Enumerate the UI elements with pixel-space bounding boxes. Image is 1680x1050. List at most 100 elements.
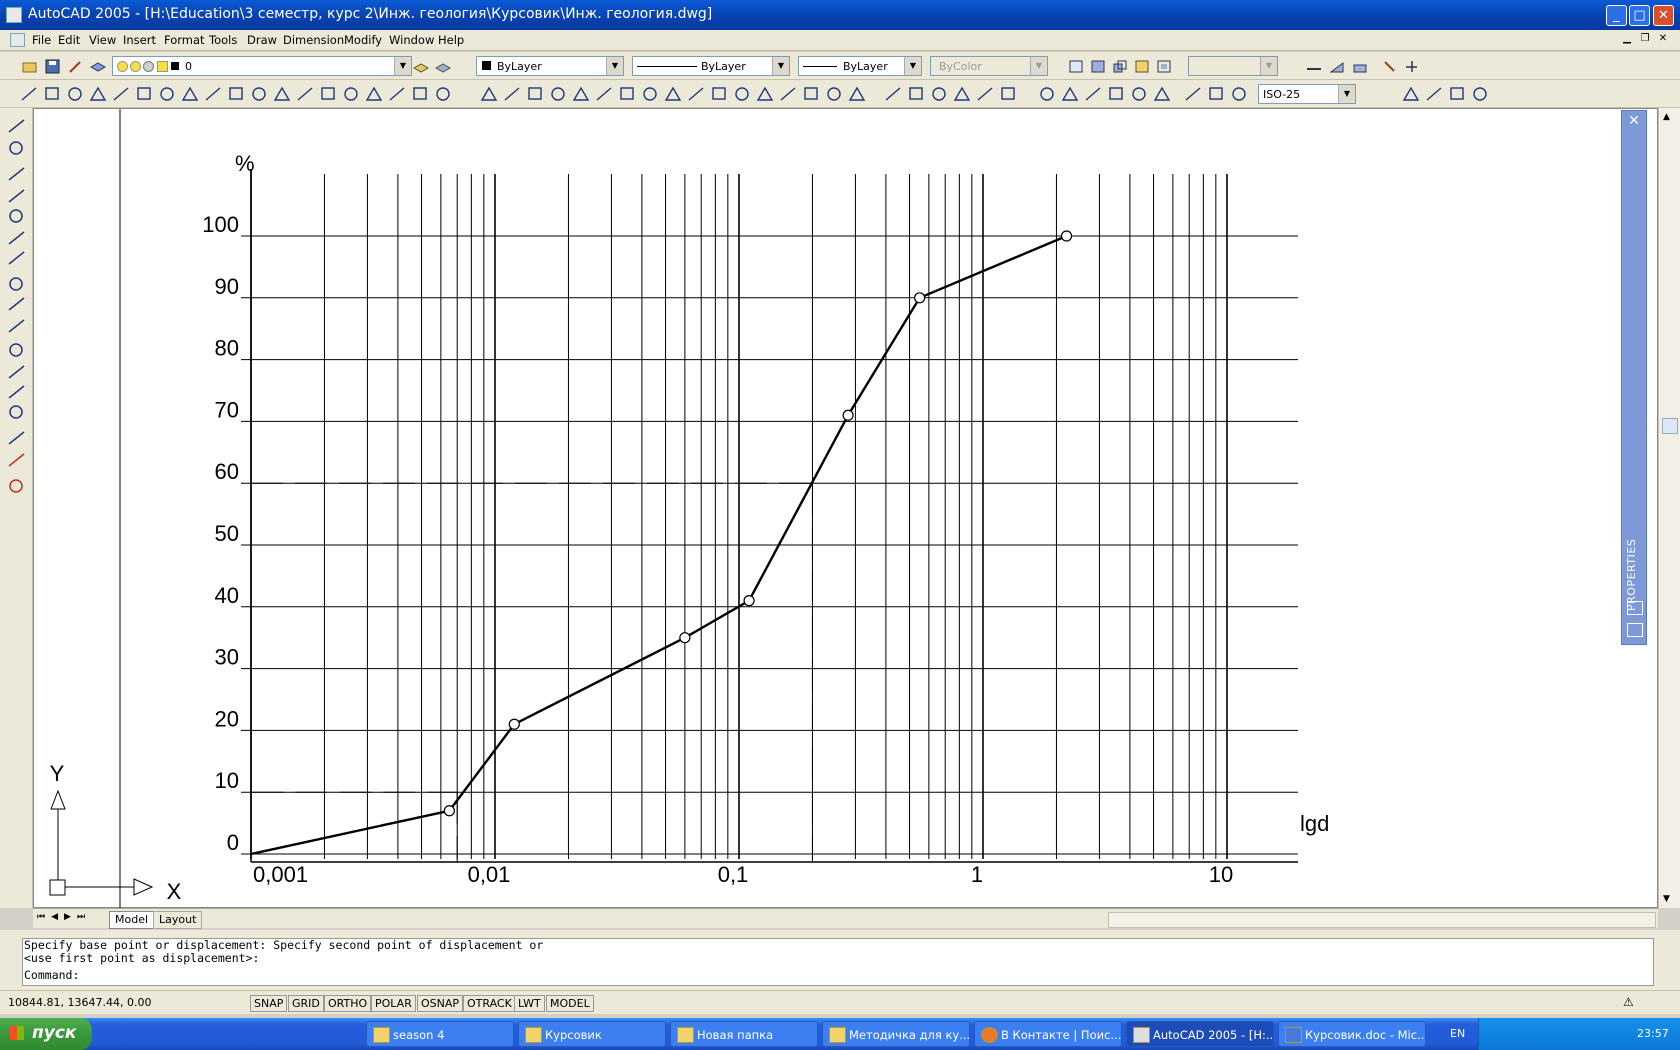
tool-icon[interactable] (21, 87, 37, 101)
menu-window[interactable]: Window (389, 33, 434, 47)
save-icon[interactable] (45, 59, 61, 74)
model-toggle[interactable]: MODEL (546, 995, 594, 1012)
polar-toggle[interactable]: POLAR (371, 995, 416, 1012)
scroll-down-icon[interactable]: ▼ (1663, 894, 1670, 904)
tool-icon[interactable] (205, 87, 221, 101)
tool-icon[interactable] (413, 87, 427, 100)
tool-icon[interactable] (1450, 87, 1464, 100)
task-metodichka[interactable]: Методичка для ку... (822, 1021, 970, 1047)
tool-icon[interactable] (827, 87, 841, 101)
vertical-scrollbar[interactable]: ▲ ▼ (1658, 108, 1680, 908)
tool-icon[interactable] (45, 87, 59, 100)
start-button[interactable]: пуск (0, 1018, 92, 1050)
distance-icon[interactable] (1306, 59, 1322, 74)
tool-icon[interactable] (1185, 87, 1201, 101)
mdi-close-icon[interactable]: ✕ (1656, 32, 1670, 46)
tool-icon[interactable] (436, 87, 450, 101)
snap-tool-icon[interactable] (9, 343, 23, 357)
communication-center-icon[interactable]: ⚠ (1623, 995, 1634, 1009)
mdi-restore-icon[interactable]: ❐ (1638, 32, 1652, 46)
tool-icon[interactable] (1109, 87, 1123, 100)
xref-icon[interactable] (1134, 59, 1150, 74)
tool-icon[interactable] (688, 87, 704, 101)
tool-icon[interactable] (1473, 87, 1487, 101)
open-icon[interactable] (22, 59, 38, 74)
tool-icon[interactable] (480, 86, 498, 101)
tool-icon[interactable] (273, 86, 291, 101)
locate-point-icon[interactable] (1404, 59, 1420, 74)
viewport-icon[interactable] (1090, 59, 1106, 74)
tool-icon[interactable] (68, 87, 82, 101)
tool-icon[interactable] (1402, 86, 1420, 101)
grid-toggle[interactable]: GRID (288, 995, 324, 1012)
tool-icon[interactable] (551, 87, 565, 101)
tool-icon[interactable] (321, 87, 335, 100)
tool-icon[interactable] (664, 86, 682, 101)
task-autocad[interactable]: AutoCAD 2005 - [H:... (1126, 1021, 1274, 1047)
linetype-dropdown[interactable]: ByLayer ▼ (632, 56, 790, 76)
dimstyle-dropdown[interactable]: ISO-25 ▼ (1258, 84, 1356, 104)
tool-icon[interactable] (643, 87, 657, 101)
chevron-down-icon[interactable]: ▼ (904, 57, 921, 75)
osnap-toggle[interactable]: OSNAP (417, 995, 464, 1012)
tool-icon[interactable] (735, 87, 749, 101)
snap-tool-icon[interactable] (9, 141, 23, 155)
tool-icon[interactable] (1232, 87, 1246, 101)
color-dropdown[interactable]: ByLayer ▼ (476, 56, 624, 76)
region-mass-icon[interactable] (1352, 59, 1368, 74)
lineweight-dropdown[interactable]: ByLayer ▼ (798, 56, 922, 76)
tool-icon[interactable] (229, 87, 243, 100)
make-layer-current-icon[interactable] (413, 59, 429, 74)
snap-tool-icon[interactable] (8, 385, 25, 399)
tool-icon[interactable] (756, 86, 774, 101)
tool-icon[interactable] (1040, 87, 1054, 101)
menu-format[interactable]: Format (164, 33, 205, 47)
tool-icon[interactable] (160, 87, 174, 101)
tool-icon[interactable] (953, 86, 971, 101)
menu-dimension[interactable]: Dimension (283, 33, 344, 47)
autocad-app-icon[interactable] (6, 7, 22, 23)
tool-icon[interactable] (137, 87, 151, 100)
draw-modify-icons[interactable] (0, 80, 1680, 108)
tool-icon[interactable] (1153, 86, 1171, 101)
command-text-area[interactable]: Specify base point or displacement: Spec… (22, 938, 1654, 986)
snap-tool-icon[interactable] (8, 431, 25, 445)
menu-help[interactable]: Help (438, 33, 464, 47)
task-vkontakte[interactable]: В Контакте | Поис... (974, 1021, 1122, 1047)
tab-layout[interactable]: Layout (153, 911, 203, 929)
scroll-up-icon[interactable]: ▲ (1663, 112, 1670, 122)
scroll-thumb[interactable] (1662, 418, 1678, 434)
close-icon[interactable]: ✕ (1625, 113, 1643, 129)
tool-icon[interactable] (712, 87, 726, 100)
task-word-doc[interactable]: Курсовик.doc - Mic... (1278, 1021, 1426, 1047)
clock[interactable]: 23:57 (1637, 1027, 1669, 1040)
maximize-button[interactable]: □ (1629, 5, 1650, 26)
ortho-toggle[interactable]: ORTHO (324, 995, 372, 1012)
tool-icon[interactable] (1061, 86, 1079, 101)
tool-icon[interactable] (389, 87, 405, 101)
named-views-icon[interactable] (1068, 59, 1084, 74)
menu-edit[interactable]: Edit (58, 33, 80, 47)
lwt-toggle[interactable]: LWT (514, 995, 545, 1012)
clip-icon[interactable] (1156, 59, 1172, 74)
layer-previous-icon[interactable] (435, 59, 451, 74)
tool-icon[interactable] (504, 87, 520, 101)
tool-icon[interactable] (804, 87, 818, 100)
snap-tool-icon[interactable] (8, 365, 25, 379)
chevron-down-icon[interactable]: ▼ (1338, 85, 1355, 103)
layer-dropdown[interactable]: 0 ▼ (112, 56, 412, 76)
menu-draw[interactable]: Draw (247, 33, 277, 47)
palette-menu-icon[interactable] (1627, 623, 1643, 637)
tool-icon[interactable] (528, 87, 542, 100)
tool-icon[interactable] (113, 87, 129, 101)
tool-icon[interactable] (297, 87, 313, 101)
snap-toggle[interactable]: SNAP (250, 995, 288, 1012)
snap-tool-icon[interactable] (9, 479, 23, 493)
menu-file[interactable]: File (32, 33, 51, 47)
command-prompt[interactable]: Command: (23, 969, 1653, 982)
tool-icon[interactable] (932, 87, 946, 101)
snap-tool-icon[interactable] (9, 209, 23, 223)
snap-tool-icon[interactable] (9, 405, 23, 419)
mdi-minimize-icon[interactable]: ▁ (1620, 32, 1634, 46)
tool-icon[interactable] (344, 87, 358, 101)
